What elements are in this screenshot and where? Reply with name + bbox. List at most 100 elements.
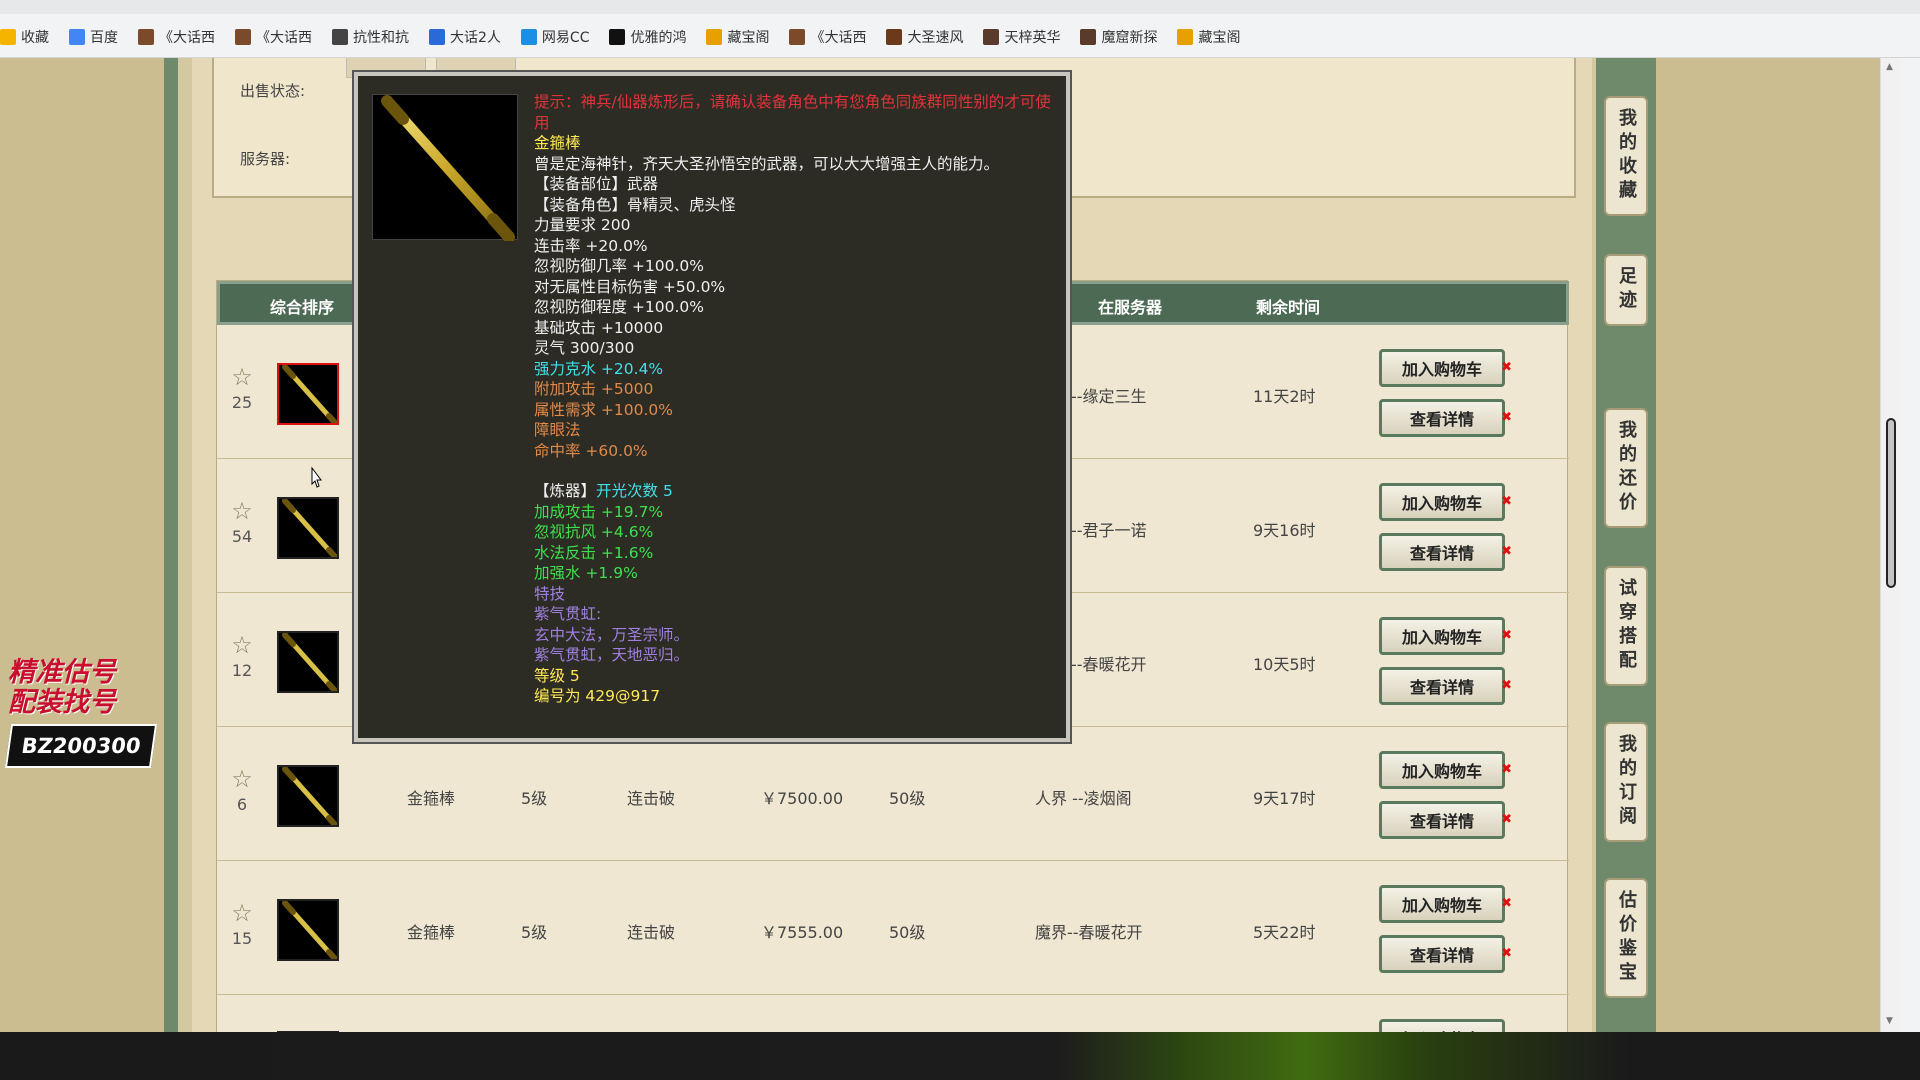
table-row: ☆ 15 金箍棒 5级 连击破 ￥7555.00 50级 魔界--春暖花开 5天22时 加入购物车… bbox=[217, 863, 1569, 995]
bookmark-item[interactable]: 魔窟新探 bbox=[1080, 27, 1157, 47]
add-to-cart-button[interactable]: 加入购物车 ✖ bbox=[1379, 751, 1512, 789]
tooltip-stat: 基础攻击 +10000 bbox=[534, 318, 664, 337]
bookmark-label: 抗性和抗 bbox=[353, 30, 409, 46]
bookmark-favicon-icon bbox=[983, 29, 1000, 45]
view-details-button[interactable]: 查看详情 ✖ bbox=[1379, 667, 1512, 705]
right-nav-label: 估价鉴宝 bbox=[1616, 890, 1637, 986]
favorite-toggle[interactable]: ☆ 12 bbox=[227, 633, 257, 680]
star-icon[interactable]: ☆ bbox=[227, 633, 257, 657]
bookmark-label: 《大话西 bbox=[810, 30, 867, 46]
right-nav-item[interactable]: 足迹 bbox=[1604, 254, 1648, 326]
favorite-count: 15 bbox=[231, 929, 253, 948]
add-to-cart-button[interactable]: 加入购物车 ✖ bbox=[1379, 349, 1512, 387]
right-nav-item[interactable]: 试穿搭配 bbox=[1604, 566, 1648, 686]
bookmark-item[interactable]: 藏宝阁 bbox=[706, 27, 769, 47]
bookmark-item[interactable]: 《大话西 bbox=[789, 27, 866, 47]
bookmark-label: 网易CC bbox=[541, 30, 590, 46]
right-nav-item[interactable]: 估价鉴宝 bbox=[1604, 878, 1648, 998]
view-details-button[interactable]: 查看详情 ✖ bbox=[1379, 935, 1512, 973]
view-details-button[interactable]: 查看详情 ✖ bbox=[1379, 801, 1512, 839]
tooltip-skill-line: 玄中大法，万圣宗师。 bbox=[534, 625, 690, 644]
tooltip-skill-line: 紫气贯虹: bbox=[534, 605, 602, 623]
add-to-cart-label: 加入购物车 bbox=[1401, 494, 1482, 513]
favorite-toggle[interactable]: ☆ 25 bbox=[227, 365, 257, 412]
browser-address-strip bbox=[0, 0, 1920, 14]
page-scrollbar[interactable]: ▲ ▼ bbox=[1880, 58, 1900, 1032]
promo-code: BZ200300 bbox=[4, 724, 158, 768]
bookmark-item[interactable]: 收藏 bbox=[0, 27, 49, 47]
bookmark-item[interactable]: 网易CC bbox=[520, 27, 590, 47]
tooltip-refine-stat: 加强水 +1.9% bbox=[534, 564, 638, 582]
bookmark-item[interactable]: 藏宝阁 bbox=[1177, 27, 1240, 47]
taskbar-strip bbox=[0, 1032, 1920, 1080]
bookmark-item[interactable]: 优雅的鸿 bbox=[609, 27, 686, 47]
close-mark-icon: ✖ bbox=[1501, 410, 1512, 425]
right-nav-label: 我的订阅 bbox=[1616, 734, 1637, 830]
bookmark-item[interactable]: 《大话西 bbox=[235, 27, 312, 47]
bookmark-item[interactable]: 抗性和抗 bbox=[332, 27, 409, 47]
tooltip-refine-stat: 加成攻击 +19.7% bbox=[534, 502, 664, 521]
promo-banner[interactable]: 精准估号 配装找号 BZ200300 bbox=[4, 658, 158, 768]
star-icon[interactable]: ☆ bbox=[227, 365, 257, 389]
tooltip-desc: 曾是定海神针，齐天大圣孙悟空的武器，可以大大增强主人的能力。 bbox=[534, 154, 1000, 173]
view-details-button[interactable]: 查看详情 ✖ bbox=[1379, 533, 1512, 571]
bookmark-item[interactable]: 大话2人 bbox=[429, 27, 501, 47]
bookmark-label: 收藏 bbox=[21, 30, 49, 46]
item-thumbnail[interactable] bbox=[277, 363, 339, 425]
item-price: ￥7500.00 bbox=[761, 789, 844, 808]
star-icon[interactable]: ☆ bbox=[227, 901, 257, 925]
favorite-toggle[interactable]: ☆ 15 bbox=[227, 901, 257, 948]
item-thumbnail[interactable] bbox=[277, 765, 339, 827]
view-details-button[interactable]: 查看详情 ✖ bbox=[1379, 399, 1512, 437]
item-tooltip: 提示：神兵/仙器炼形后，请确认装备角色中有您角色同族群同性别的才可使用 金箍棒 … bbox=[354, 72, 1070, 742]
tooltip-hint: 提示：神兵/仙器炼形后，请确认装备角色中有您角色同族群同性别的才可使用 bbox=[534, 93, 1051, 132]
header-sort[interactable]: 综合排序 bbox=[270, 294, 334, 318]
bookmark-favicon-icon bbox=[706, 29, 723, 45]
right-nav-item[interactable]: 我的订阅 bbox=[1604, 722, 1648, 842]
tooltip-item-image bbox=[372, 94, 518, 243]
add-to-cart-label: 加入购物车 bbox=[1401, 628, 1482, 647]
favorite-toggle[interactable]: ☆ 54 bbox=[227, 499, 257, 546]
tooltip-refine-stat: 水法反击 +1.6% bbox=[534, 543, 654, 562]
scrollbar-thumb[interactable] bbox=[1886, 418, 1896, 588]
add-to-cart-button[interactable]: 加入购物车 ✖ bbox=[1379, 885, 1512, 923]
item-requirement: 50级 bbox=[889, 923, 926, 942]
bookmark-item[interactable]: 天梓英华 bbox=[983, 27, 1060, 47]
bookmark-label: 藏宝阁 bbox=[1198, 30, 1241, 46]
bookmark-label: 大话2人 bbox=[450, 30, 501, 46]
tooltip-slot: 【装备部位】武器 bbox=[534, 175, 659, 193]
right-nav-item[interactable]: 我的收藏 bbox=[1604, 96, 1648, 216]
bookmark-item[interactable]: 《大话西 bbox=[138, 27, 215, 47]
item-name: 金箍棒 bbox=[407, 789, 456, 808]
tooltip-stat: 力量要求 200 bbox=[534, 216, 631, 234]
tooltip-refine-stat: 忽视抗风 +4.6% bbox=[534, 523, 654, 541]
item-server: 魔界--春暖花开 bbox=[1035, 923, 1143, 942]
view-details-label: 查看详情 bbox=[1409, 946, 1474, 965]
bookmark-favicon-icon bbox=[789, 29, 806, 45]
tooltip-stat: 连击率 +20.0% bbox=[534, 236, 648, 255]
item-thumbnail[interactable] bbox=[277, 631, 339, 693]
item-thumbnail[interactable] bbox=[277, 899, 339, 961]
bookmark-item[interactable]: 大圣速风 bbox=[886, 27, 963, 47]
left-decor-panel: 精准估号 配装找号 BZ200300 bbox=[0, 58, 178, 1032]
bookmark-favicon-icon bbox=[0, 29, 16, 45]
item-thumbnail[interactable] bbox=[277, 497, 339, 559]
bookmark-favicon-icon bbox=[429, 29, 445, 45]
add-to-cart-button[interactable]: 加入购物车 bbox=[1379, 1019, 1505, 1032]
right-nav-item[interactable]: 我的还价 bbox=[1604, 408, 1648, 528]
tooltip-stat: 对无属性目标伤害 +50.0% bbox=[534, 277, 726, 296]
tooltip-stat: 灵气 300/300 bbox=[534, 339, 635, 357]
view-details-label: 查看详情 bbox=[1409, 812, 1474, 831]
close-mark-icon: ✖ bbox=[1501, 544, 1512, 559]
header-server: 在服务器 bbox=[1098, 298, 1163, 317]
bookmark-item[interactable]: 百度 bbox=[69, 27, 118, 47]
star-icon[interactable]: ☆ bbox=[227, 499, 257, 523]
add-to-cart-button[interactable]: 加入购物车 ✖ bbox=[1379, 617, 1512, 655]
add-to-cart-button[interactable]: 加入购物车 ✖ bbox=[1379, 483, 1512, 521]
bookmarks-bar: 收藏 百度 《大话西 《大话西 抗性和抗 大话2人 网易CC 优雅的鸿 藏宝阁 《大话西 大圣速风 天… bbox=[0, 0, 1920, 58]
favorite-count: 54 bbox=[231, 527, 253, 546]
tooltip-skill-title: 特技 bbox=[534, 584, 566, 603]
close-mark-icon: ✖ bbox=[1501, 946, 1512, 961]
favorite-toggle[interactable]: ☆ 6 bbox=[227, 767, 257, 814]
star-icon[interactable]: ☆ bbox=[227, 767, 257, 791]
